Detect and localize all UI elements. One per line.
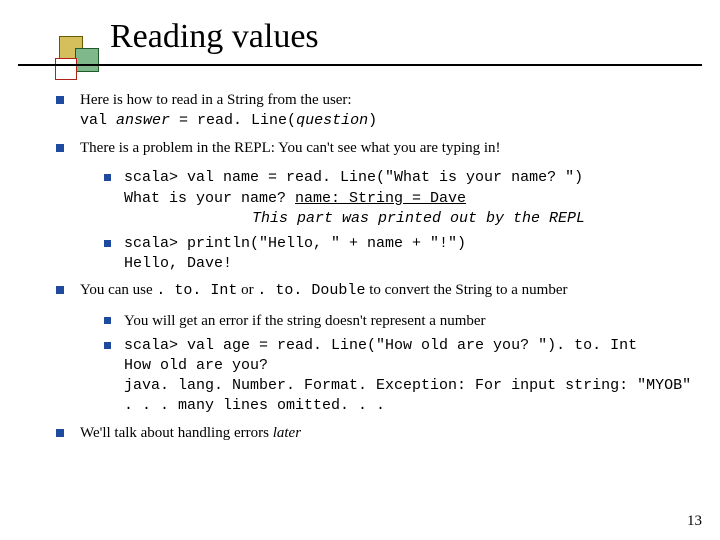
- repl-age-1: scala> val age = read. Line("How old are…: [124, 336, 702, 356]
- b3-mid: or: [237, 282, 257, 298]
- b3-post: to convert the String to a number: [365, 282, 567, 298]
- slide-header: Reading values: [0, 0, 720, 64]
- bullet-3: You can use . to. Int or . to. Double to…: [56, 280, 702, 417]
- repl-line-1: scala> val name = read. Line("What is yo…: [124, 168, 702, 188]
- bullet-3-sub-1: You will get an error if the string does…: [104, 311, 702, 331]
- slide-title: Reading values: [110, 18, 720, 56]
- decor-squares: [55, 36, 100, 80]
- code-var-question: question: [296, 112, 368, 129]
- repl-age-3: java. lang. Number. Format. Exception: F…: [124, 376, 702, 396]
- repl-line-3: scala> println("Hello, " + name + "!"): [124, 234, 702, 254]
- bullet-1-text: Here is how to read in a String from the…: [80, 92, 352, 108]
- repl-age-2: How old are you?: [124, 356, 702, 376]
- bullet-4: We'll talk about handling errors later: [56, 423, 702, 443]
- slide-body: Here is how to read in a String from the…: [0, 64, 720, 443]
- repl-line-2: What is your name? name: String = Dave: [124, 190, 466, 207]
- b4-em: later: [273, 425, 301, 441]
- repl-echo-text: name: String = Dave: [295, 190, 466, 207]
- bullet-3-sub-2: scala> val age = read. Line("How old are…: [104, 336, 702, 417]
- b3-code-2: . to. Double: [257, 282, 365, 299]
- b4-pre: We'll talk about handling errors: [80, 425, 273, 441]
- bullet-3-text: You can use . to. Int or . to. Double to…: [80, 282, 568, 298]
- bullet-2-sub-2: scala> println("Hello, " + name + "!") H…: [104, 234, 702, 275]
- code-kw-val: val: [80, 112, 116, 129]
- repl-line-4: Hello, Dave!: [124, 254, 702, 274]
- bullet-1: Here is how to read in a String from the…: [56, 90, 702, 132]
- code-post: ): [368, 112, 377, 129]
- bullet-1-code: val answer = read. Line(question): [80, 112, 377, 129]
- bullet-2-text: There is a problem in the REPL: You can'…: [80, 140, 501, 156]
- b3-s1-text: You will get an error if the string does…: [124, 313, 486, 329]
- repl-prompt-text: What is your name?: [124, 190, 295, 207]
- page-number: 13: [687, 513, 702, 530]
- code-var-answer: answer: [116, 112, 170, 129]
- b3-code-1: . to. Int: [156, 282, 237, 299]
- code-mid: = read. Line(: [170, 112, 296, 129]
- repl-age-4: . . . many lines omitted. . .: [124, 396, 702, 416]
- repl-note: This part was printed out by the REPL: [252, 209, 702, 229]
- bullet-2: There is a problem in the REPL: You can'…: [56, 138, 702, 275]
- bullet-2-sub-1: scala> val name = read. Line("What is yo…: [104, 168, 702, 230]
- title-underline: [18, 64, 702, 66]
- b3-pre: You can use: [80, 282, 156, 298]
